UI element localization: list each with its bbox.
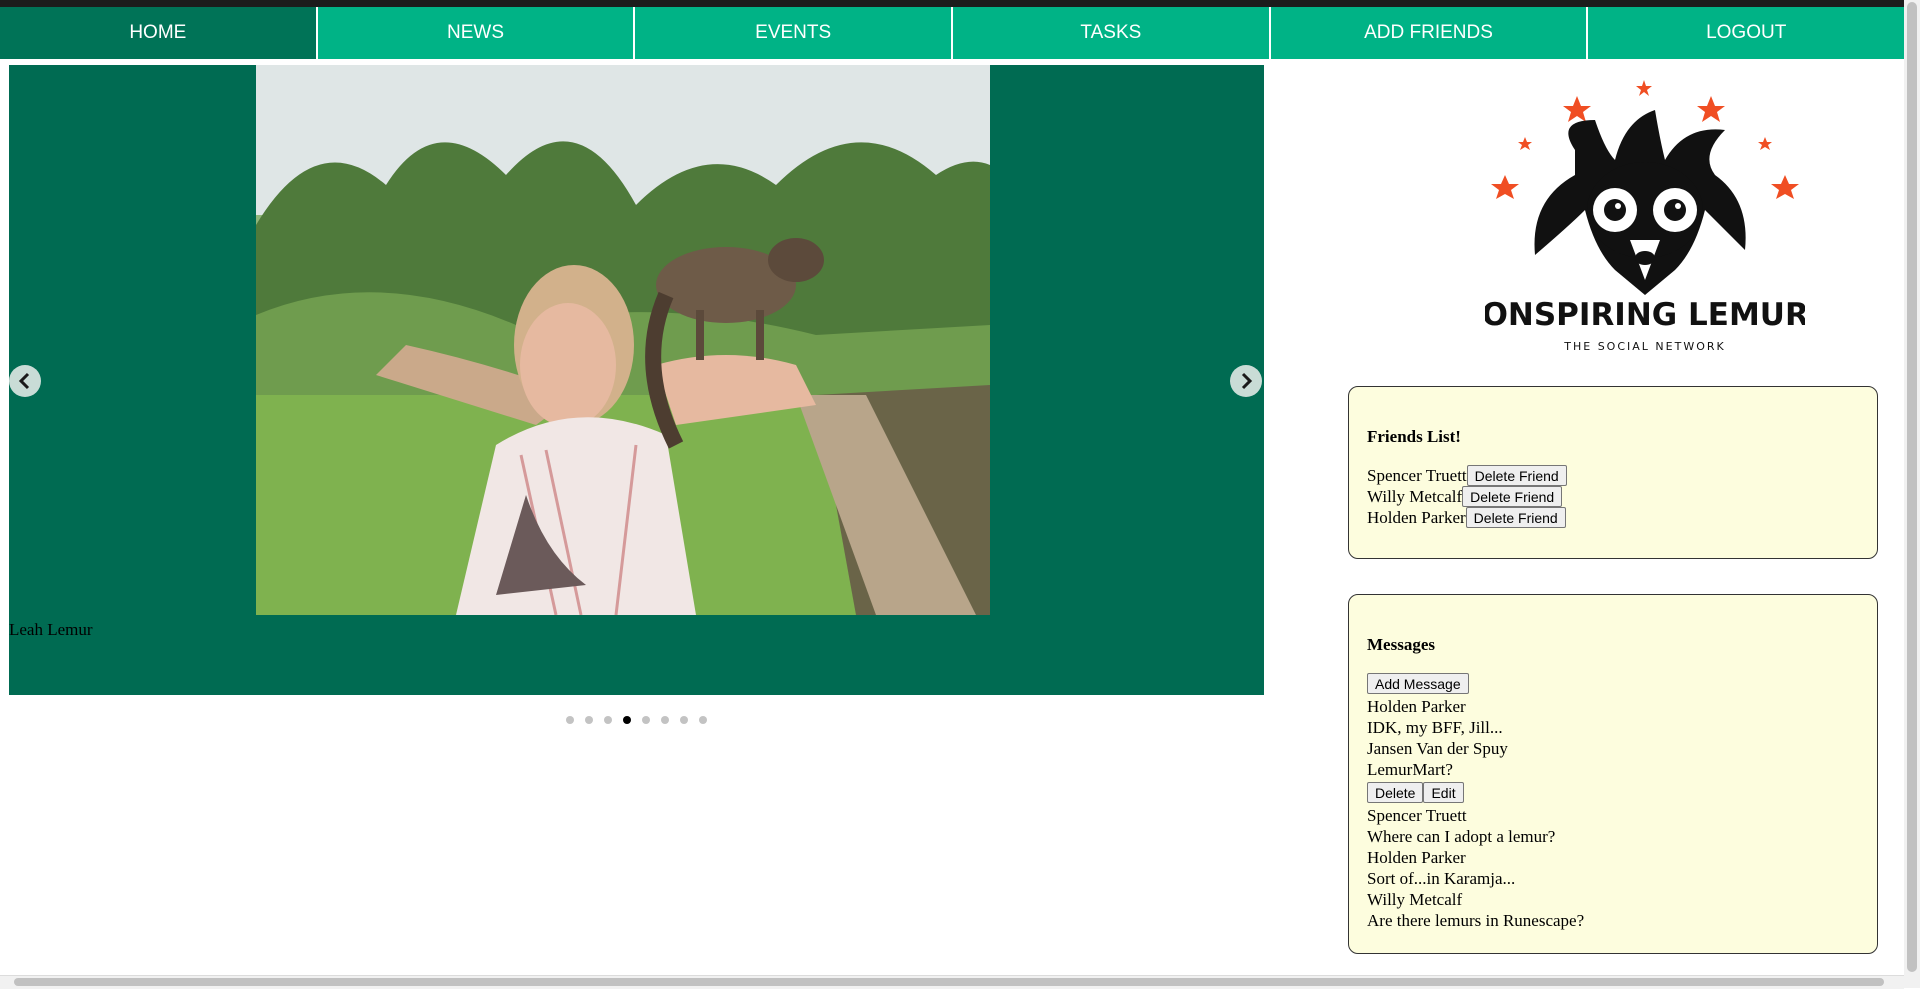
friend-name: Willy Metcalf — [1367, 487, 1463, 506]
horizontal-scroll-thumb[interactable] — [14, 978, 1884, 986]
friend-row: Spencer Truett Delete Friend — [1367, 465, 1859, 486]
message-author: Jansen Van der Spuy — [1367, 739, 1508, 758]
friend-name: Holden Parker — [1367, 508, 1466, 527]
logo-title: CONSPIRING LEMURS — [1485, 297, 1805, 333]
message-actions: Delete Edit — [1367, 782, 1859, 803]
carousel-dot[interactable] — [566, 716, 574, 724]
friend-row: Holden Parker Delete Friend — [1367, 507, 1859, 528]
messages-title: Messages — [1367, 635, 1435, 654]
carousel-dot[interactable] — [604, 716, 612, 724]
message-author: Spencer Truett — [1367, 806, 1467, 825]
messages-panel: Messages Add Message Holden Parker IDK, … — [1348, 594, 1878, 954]
carousel-dot-active[interactable] — [623, 716, 631, 724]
message-author: Holden Parker — [1367, 697, 1466, 716]
nav-home[interactable]: HOME — [0, 7, 318, 59]
message-author: Willy Metcalf — [1367, 890, 1463, 909]
carousel-dot[interactable] — [661, 716, 669, 724]
slide-caption: Leah Lemur — [9, 620, 93, 639]
delete-friend-button[interactable]: Delete Friend — [1465, 507, 1566, 528]
site-logo: CONSPIRING LEMURS THE SOCIAL NETWORK — [1459, 80, 1831, 360]
delete-friend-button[interactable]: Delete Friend — [1466, 465, 1567, 486]
chevron-right-icon — [1241, 372, 1253, 390]
logo-subtitle: THE SOCIAL NETWORK — [1563, 340, 1725, 353]
carousel-dot[interactable] — [699, 716, 707, 724]
friends-list-title: Friends List! — [1367, 427, 1461, 446]
message-author: Holden Parker — [1367, 848, 1466, 867]
friends-list-panel: Friends List! Spencer Truett Delete Frie… — [1348, 386, 1878, 559]
nav-events[interactable]: EVENTS — [635, 7, 954, 59]
vertical-scroll-thumb[interactable] — [1907, 2, 1917, 972]
lemur-logo-icon: CONSPIRING LEMURS THE SOCIAL NETWORK — [1459, 80, 1831, 353]
carousel-dot[interactable] — [585, 716, 593, 724]
message-text: IDK, my BFF, Jill... — [1367, 718, 1503, 737]
browser-top-strip — [0, 0, 1904, 7]
photo-carousel: Leah Lemur — [9, 65, 1264, 695]
message-text: LemurMart? — [1367, 760, 1453, 779]
add-message-button[interactable]: Add Message — [1367, 673, 1469, 694]
carousel-dot[interactable] — [642, 716, 650, 724]
delete-message-button[interactable]: Delete — [1367, 782, 1424, 803]
carousel-dot[interactable] — [680, 716, 688, 724]
horizontal-scrollbar[interactable] — [0, 975, 1904, 989]
nav-add-friends[interactable]: ADD FRIENDS — [1271, 7, 1589, 59]
woman-with-lemur-photo — [256, 65, 990, 615]
message-text: Where can I adopt a lemur? — [1367, 827, 1556, 846]
carousel-indicators — [566, 716, 707, 724]
delete-friend-button[interactable]: Delete Friend — [1462, 486, 1563, 507]
message-text: Are there lemurs in Runescape? — [1367, 911, 1585, 930]
nav-logout[interactable]: LOGOUT — [1588, 7, 1904, 59]
carousel-next-button[interactable] — [1230, 365, 1262, 397]
chevron-left-icon — [18, 372, 30, 390]
edit-message-button[interactable]: Edit — [1423, 782, 1464, 803]
friend-row: Willy Metcalf Delete Friend — [1367, 486, 1859, 507]
nav-news[interactable]: NEWS — [318, 7, 636, 59]
vertical-scrollbar[interactable] — [1904, 0, 1920, 988]
message-text: Sort of...in Karamja... — [1367, 869, 1516, 888]
carousel-slide-image — [256, 65, 990, 615]
friend-name: Spencer Truett — [1367, 466, 1467, 485]
main-navigation: HOME NEWS EVENTS TASKS ADD FRIENDS LOGOU… — [0, 7, 1904, 59]
carousel-prev-button[interactable] — [9, 365, 41, 397]
nav-tasks[interactable]: TASKS — [953, 7, 1271, 59]
